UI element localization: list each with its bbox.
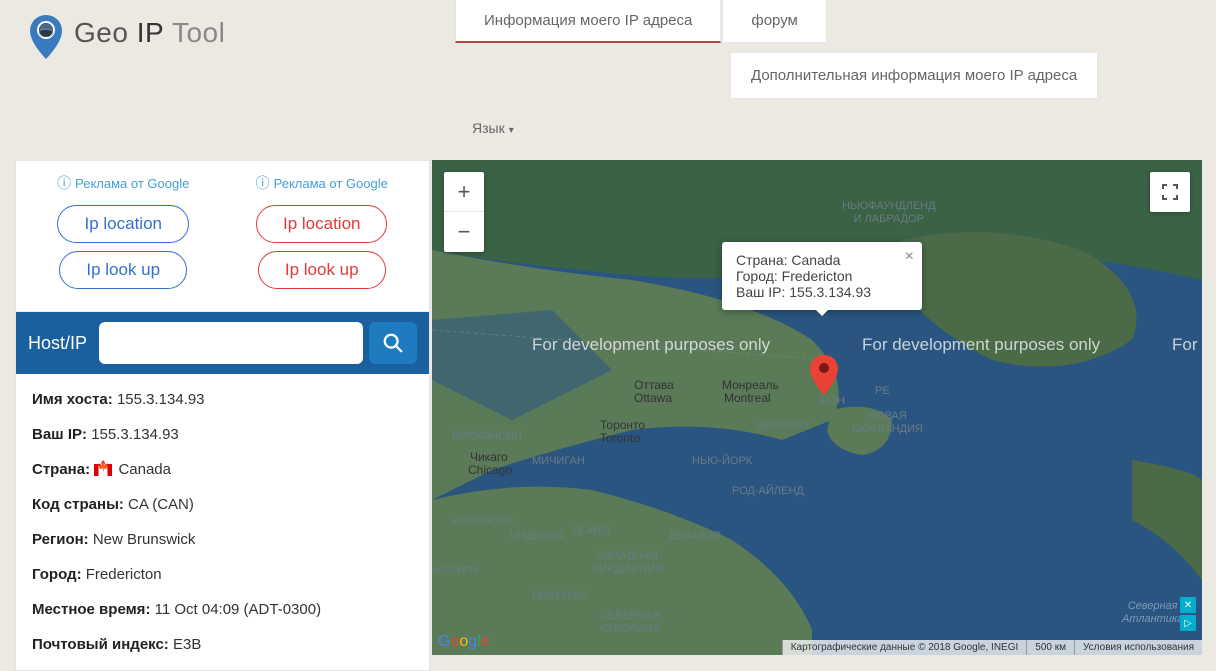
adchoices-icon[interactable]: ▷ [1180,615,1196,631]
map-footer: Картографические данные © 2018 Google, I… [782,640,1202,655]
info-city: Город: Fredericton [32,557,413,592]
zoom-in-button[interactable]: + [444,172,484,212]
zoom-out-button[interactable]: − [444,212,484,252]
tab-my-ip-info[interactable]: Информация моего IP адреса [455,0,721,43]
search-icon [382,332,404,354]
search-label: Host/IP [28,333,87,354]
logo[interactable]: Geo IP Tool [28,15,225,51]
map-scale: 500 км [1026,640,1074,655]
language-dropdown[interactable]: Язык [472,120,514,136]
map-terms-link[interactable]: Условия использования [1074,640,1202,655]
info-zip: Почтовый индекс: E3B [32,627,413,662]
ad-ip-location-right[interactable]: Ip location [256,205,388,243]
ad-label-left: Реклама от Google [57,173,189,193]
map-watermark: For development purposes only [532,335,770,355]
ads-block: Реклама от Google Ip location Ip look up… [16,161,429,312]
ad-ip-location-left[interactable]: Ip location [57,205,189,243]
info-hostname: Имя хоста: 155.3.134.93 [32,382,413,417]
ad-ip-lookup-right[interactable]: Ip look up [258,251,386,289]
logo-pin-icon [28,15,64,51]
info-country-code: Код страны: CA (CAN) [32,487,413,522]
infowin-country: Страна: Canada [736,252,908,268]
search-button[interactable] [369,322,417,364]
map-tiles [432,160,1202,655]
map-watermark: For de [1172,335,1202,355]
search-bar: Host/IP [16,312,429,374]
ad-close-icon[interactable]: ✕ [1180,597,1196,613]
ad-label-right: Реклама от Google [256,173,388,193]
map-attribution: Картографические данные © 2018 Google, I… [782,640,1027,655]
flag-canada-icon [94,464,112,476]
map-info-window: × Страна: Canada Город: Fredericton Ваш … [722,242,922,310]
map[interactable]: For development purposes only For develo… [432,160,1202,655]
google-logo: Google [438,633,490,651]
infowin-ip: Ваш IP: 155.3.134.93 [736,284,908,300]
map-watermark: For development purposes only [862,335,1100,355]
host-ip-input[interactable] [99,322,363,364]
sidebar: Реклама от Google Ip location Ip look up… [15,160,430,671]
tab-extra-ip-info[interactable]: Дополнительная информация моего IP адрес… [730,52,1098,99]
fullscreen-icon [1161,183,1179,201]
infowin-city: Город: Fredericton [736,268,908,284]
tab-forum[interactable]: форум [722,0,827,43]
ad-ip-lookup-left[interactable]: Ip look up [59,251,187,289]
logo-text: Geo IP Tool [74,17,225,49]
info-country: Страна: Canada [32,452,413,487]
map-zoom-controls: + − [444,172,484,252]
info-region: Регион: New Brunswick [32,522,413,557]
map-marker-icon[interactable] [810,355,838,400]
infowin-close-button[interactable]: × [905,248,914,266]
ip-info-list: Имя хоста: 155.3.134.93 Ваш IP: 155.3.13… [16,374,429,670]
fullscreen-button[interactable] [1150,172,1190,212]
info-your-ip: Ваш IP: 155.3.134.93 [32,417,413,452]
info-localtime: Местное время: 11 Oct 04:09 (ADT-0300) [32,592,413,627]
